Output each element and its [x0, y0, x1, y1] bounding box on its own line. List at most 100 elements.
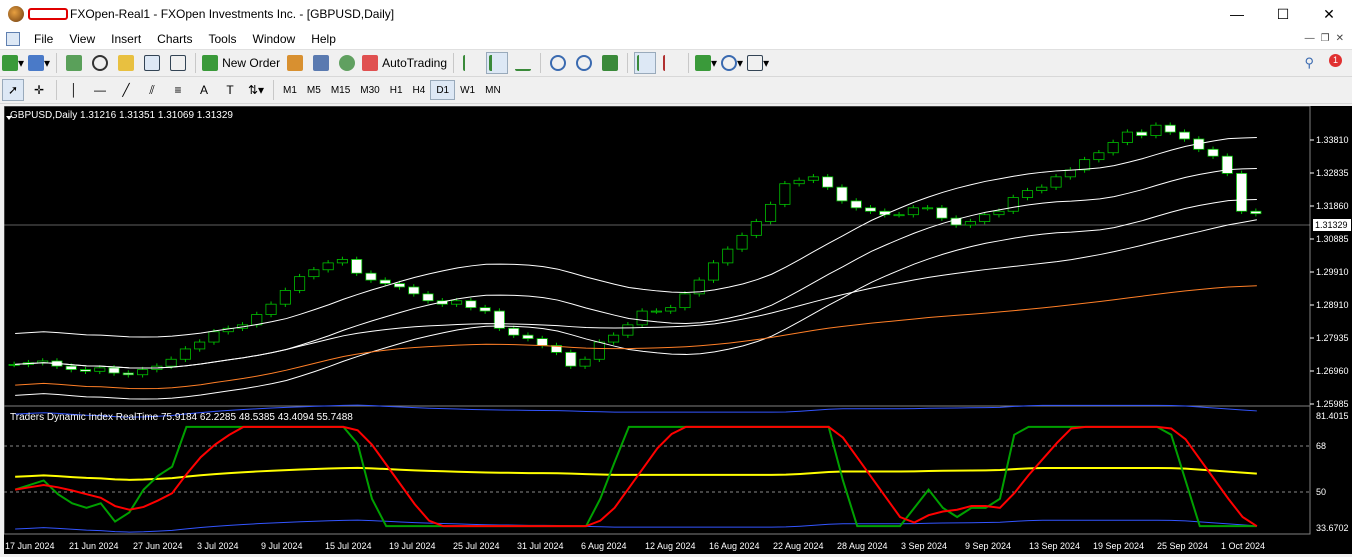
- zoom-in-button[interactable]: [547, 52, 569, 74]
- line-chart-button[interactable]: [512, 52, 534, 74]
- candle-body: [308, 269, 320, 278]
- candle-body: [822, 176, 834, 188]
- menu-view[interactable]: View: [61, 32, 103, 46]
- candlestick-button[interactable]: [486, 52, 509, 74]
- candle-body: [779, 183, 791, 205]
- mdi-restore-icon[interactable]: ❐: [1321, 33, 1330, 44]
- metaeditor-button[interactable]: [284, 52, 306, 74]
- candle-body: [451, 300, 463, 305]
- autotrading-button[interactable]: AutoTrading: [362, 52, 447, 74]
- zoom-out-button[interactable]: [573, 52, 595, 74]
- candle-body: [194, 341, 206, 350]
- arrows-button[interactable]: ⇅▾: [245, 79, 267, 101]
- maximize-button[interactable]: ☐: [1260, 0, 1306, 28]
- navigator-button[interactable]: [115, 52, 137, 74]
- fibonacci-button[interactable]: ≡: [167, 79, 189, 101]
- tf-m30[interactable]: M30: [355, 80, 384, 100]
- alerts-icon[interactable]: 1: [1324, 54, 1342, 72]
- candle-body: [265, 303, 277, 315]
- auto-scroll-button[interactable]: [634, 52, 657, 74]
- date-axis-label: 3 Sep 2024: [901, 541, 947, 551]
- candle-body: [707, 262, 720, 281]
- tf-m15[interactable]: M15: [326, 80, 355, 100]
- candle-body: [279, 290, 291, 305]
- text-label-button[interactable]: T: [219, 79, 241, 101]
- candle-body: [579, 358, 591, 367]
- crosshair-tool-button[interactable]: ✛: [28, 79, 50, 101]
- horizontal-line-button[interactable]: —: [89, 79, 111, 101]
- zoom-out-icon: [576, 55, 593, 71]
- candle-body: [479, 307, 491, 312]
- menu-window[interactable]: Window: [245, 32, 304, 46]
- mdi-minimize-icon[interactable]: —: [1305, 33, 1315, 44]
- market-watch-icon: [66, 55, 83, 71]
- minimize-button[interactable]: —: [1214, 0, 1260, 28]
- data-window-button[interactable]: [89, 52, 111, 74]
- menu-charts[interactable]: Charts: [149, 32, 200, 46]
- periods-button[interactable]: ▾: [721, 52, 743, 74]
- indicators-button[interactable]: ▾: [695, 52, 717, 74]
- strategy-tester-button[interactable]: [167, 52, 189, 74]
- vertical-line-icon: │: [70, 83, 78, 97]
- candle-body: [1050, 176, 1062, 188]
- terminal-button[interactable]: [141, 52, 163, 74]
- tf-m5[interactable]: M5: [302, 80, 326, 100]
- vertical-line-button[interactable]: │: [63, 79, 85, 101]
- chart-canvas: 1.33810 1.32835 1.31860 1.30885 1.29910 1.289…: [3, 105, 1349, 551]
- profiles-button[interactable]: ▾: [28, 52, 50, 74]
- signals-button[interactable]: [336, 52, 358, 74]
- menu-file[interactable]: File: [26, 32, 61, 46]
- tf-h4[interactable]: H4: [408, 80, 431, 100]
- new-order-button[interactable]: New Order: [202, 52, 280, 74]
- candlestick-icon: [489, 55, 505, 71]
- candle-body: [736, 234, 748, 250]
- new-order-icon: [202, 55, 219, 71]
- candle-body: [251, 314, 263, 326]
- date-axis-label: 15 Jul 2024: [325, 541, 372, 551]
- tile-windows-button[interactable]: [599, 52, 621, 74]
- tf-m1[interactable]: M1: [278, 80, 302, 100]
- menu-help[interactable]: Help: [303, 32, 344, 46]
- standard-toolbar: ▾ ▾ New Order AutoTrading ▾ ▾ ▾ ⚲ 1: [0, 50, 1352, 77]
- candle-body: [351, 259, 363, 274]
- new-chart-button[interactable]: ▾: [2, 52, 24, 74]
- tf-w1[interactable]: W1: [455, 80, 480, 100]
- new-order-label: New Order: [222, 56, 281, 70]
- search-icon[interactable]: ⚲: [1304, 55, 1314, 71]
- chart-window-icon[interactable]: [6, 31, 20, 46]
- market-watch-button[interactable]: [63, 52, 85, 74]
- channel-icon: ⫽: [149, 82, 155, 97]
- tf-h1[interactable]: H1: [385, 80, 408, 100]
- candle-body: [765, 203, 777, 222]
- close-button[interactable]: ✕: [1306, 0, 1352, 28]
- chart-shift-icon: [663, 55, 679, 71]
- date-axis-label: 27 Jun 2024: [133, 541, 183, 551]
- templates-button[interactable]: ▾: [747, 52, 769, 74]
- candle-body: [393, 283, 406, 288]
- candle-body: [750, 221, 762, 236]
- channel-button[interactable]: ⫽: [141, 79, 163, 101]
- candle-body: [137, 369, 149, 376]
- candle-body: [907, 207, 919, 216]
- text-button[interactable]: A: [193, 79, 215, 101]
- candle-body: [165, 358, 177, 367]
- bar-chart-button[interactable]: [460, 52, 482, 74]
- tf-mn[interactable]: MN: [480, 80, 506, 100]
- trendline-button[interactable]: ╱: [115, 79, 137, 101]
- chart-symbol-label: GBPUSD,Daily 1.31216 1.31351 1.31069 1.3…: [10, 110, 233, 121]
- menu-bar: File View Insert Charts Tools Window Hel…: [0, 28, 1352, 50]
- menu-tools[interactable]: Tools: [201, 32, 245, 46]
- mdi-close-icon[interactable]: ✕: [1336, 33, 1344, 44]
- chart-area[interactable]: 1.33810 1.32835 1.31860 1.30885 1.29910 1.289…: [3, 105, 1352, 554]
- tester-icon: [170, 55, 187, 71]
- candle-body: [1164, 124, 1176, 133]
- community-button[interactable]: [310, 52, 332, 74]
- cursor-button[interactable]: ➚: [2, 79, 24, 101]
- candle-body: [1150, 124, 1162, 136]
- tf-d1[interactable]: D1: [430, 80, 456, 100]
- menu-insert[interactable]: Insert: [103, 32, 149, 46]
- date-axis-label: 9 Jul 2024: [261, 541, 303, 551]
- window-controls: — ☐ ✕: [1214, 0, 1352, 28]
- chart-shift-button[interactable]: [660, 52, 682, 74]
- date-axis-label: 16 Aug 2024: [709, 541, 760, 551]
